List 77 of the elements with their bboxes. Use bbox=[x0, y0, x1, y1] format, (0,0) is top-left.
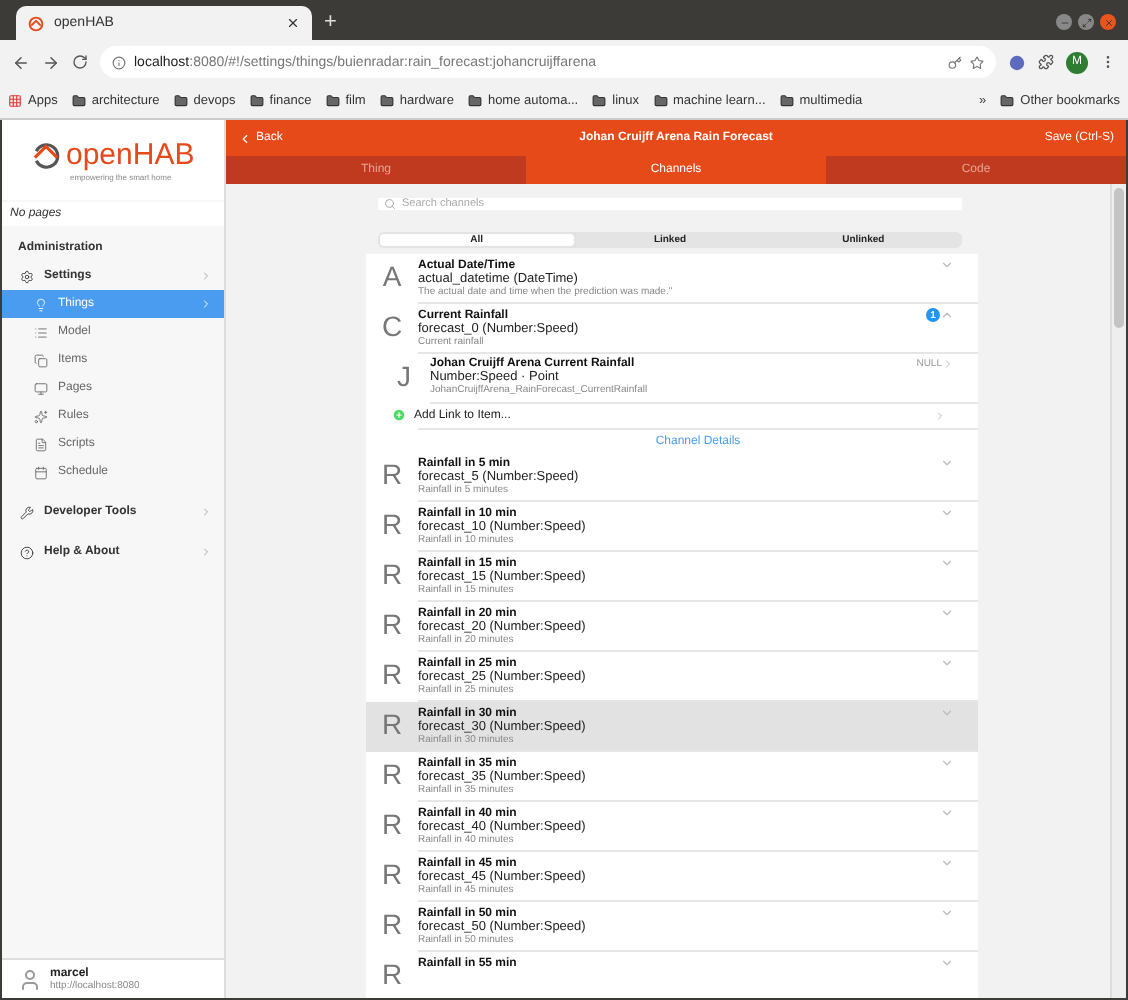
scrollbar[interactable] bbox=[1110, 184, 1126, 998]
channel-letter-icon: R bbox=[366, 602, 418, 640]
maximize-button[interactable] bbox=[1078, 14, 1094, 30]
minimize-button[interactable] bbox=[1056, 14, 1072, 30]
channel-letter-icon: C bbox=[366, 304, 418, 342]
folder-icon bbox=[779, 94, 794, 108]
chevron-down-icon[interactable] bbox=[940, 556, 954, 570]
channel-letter-icon: R bbox=[366, 852, 418, 890]
chevron-right-icon bbox=[200, 506, 212, 518]
chevron-left-icon bbox=[238, 131, 252, 145]
grid-icon bbox=[8, 94, 22, 108]
chevron-right-icon bbox=[200, 298, 212, 310]
back-icon[interactable] bbox=[12, 53, 30, 71]
folder-icon bbox=[653, 94, 667, 108]
forward-icon[interactable] bbox=[42, 53, 60, 71]
user-avatar-icon bbox=[18, 967, 42, 991]
logo-text: openHAB bbox=[66, 138, 195, 172]
item-letter-icon: J bbox=[378, 354, 430, 404]
chevron-down-icon[interactable] bbox=[940, 706, 954, 720]
channel-letter-icon: R bbox=[366, 802, 418, 840]
channel-letter-icon: A bbox=[366, 254, 418, 292]
search-icon bbox=[384, 198, 396, 210]
info-icon[interactable] bbox=[112, 55, 126, 69]
chevron-down-icon[interactable] bbox=[940, 756, 954, 770]
channel-letter-icon: R bbox=[366, 952, 418, 990]
folder-icon bbox=[71, 94, 86, 108]
chevron-down-icon[interactable] bbox=[940, 806, 954, 820]
chevron-down-icon[interactable] bbox=[940, 456, 954, 470]
channel-letter-icon: R bbox=[366, 652, 418, 690]
calendar-icon bbox=[34, 465, 48, 479]
close-button[interactable] bbox=[1100, 14, 1116, 30]
monitor-icon bbox=[34, 381, 48, 395]
key-icon[interactable] bbox=[948, 55, 962, 69]
openhab-logo-icon bbox=[28, 15, 44, 31]
add-icon bbox=[392, 408, 406, 422]
extension-icon[interactable] bbox=[1008, 53, 1026, 71]
puzzle-icon[interactable] bbox=[1038, 54, 1054, 70]
folder-icon bbox=[379, 94, 394, 108]
channel-letter-icon: R bbox=[366, 502, 418, 540]
chevron-down-icon[interactable] bbox=[940, 956, 954, 970]
new-tab-button[interactable]: + bbox=[324, 6, 337, 40]
folder-icon bbox=[592, 94, 607, 108]
channel-letter-icon: R bbox=[366, 552, 418, 590]
chevron-down-icon[interactable] bbox=[940, 258, 954, 272]
wrench-icon bbox=[20, 505, 34, 519]
star-icon[interactable] bbox=[970, 55, 984, 69]
folder-icon bbox=[1000, 94, 1015, 108]
document-icon bbox=[34, 437, 48, 451]
folder-icon bbox=[325, 94, 340, 108]
chevron-right-icon bbox=[200, 546, 212, 558]
chevron-up-icon[interactable] bbox=[940, 308, 954, 322]
channel-letter-icon: R bbox=[366, 752, 418, 790]
channel-letter-icon: R bbox=[366, 902, 418, 940]
channel-letter-icon: R bbox=[366, 702, 418, 740]
chevron-down-icon[interactable] bbox=[940, 656, 954, 670]
chevron-down-icon[interactable] bbox=[940, 906, 954, 920]
folder-icon bbox=[467, 94, 482, 108]
chevron-right-icon bbox=[942, 358, 954, 370]
chevron-down-icon[interactable] bbox=[940, 856, 954, 870]
list-icon bbox=[34, 325, 48, 339]
help-icon bbox=[20, 545, 34, 559]
close-icon[interactable] bbox=[286, 16, 300, 30]
chevron-down-icon[interactable] bbox=[940, 506, 954, 520]
sparkle-icon bbox=[34, 409, 48, 423]
minimize-icon bbox=[1059, 17, 1069, 27]
folder-icon bbox=[173, 94, 188, 108]
channel-letter-icon: R bbox=[366, 452, 418, 490]
folder-icon bbox=[249, 94, 264, 108]
chevron-right-icon bbox=[200, 270, 212, 282]
chevron-right-icon bbox=[934, 409, 946, 421]
house-logo-icon bbox=[30, 139, 62, 171]
maximize-icon bbox=[1081, 17, 1091, 27]
copy-icon bbox=[34, 353, 48, 367]
chevron-down-icon[interactable] bbox=[940, 606, 954, 620]
lightbulb-icon bbox=[34, 297, 48, 311]
settings-icon bbox=[20, 269, 34, 283]
reload-icon[interactable] bbox=[72, 54, 88, 70]
